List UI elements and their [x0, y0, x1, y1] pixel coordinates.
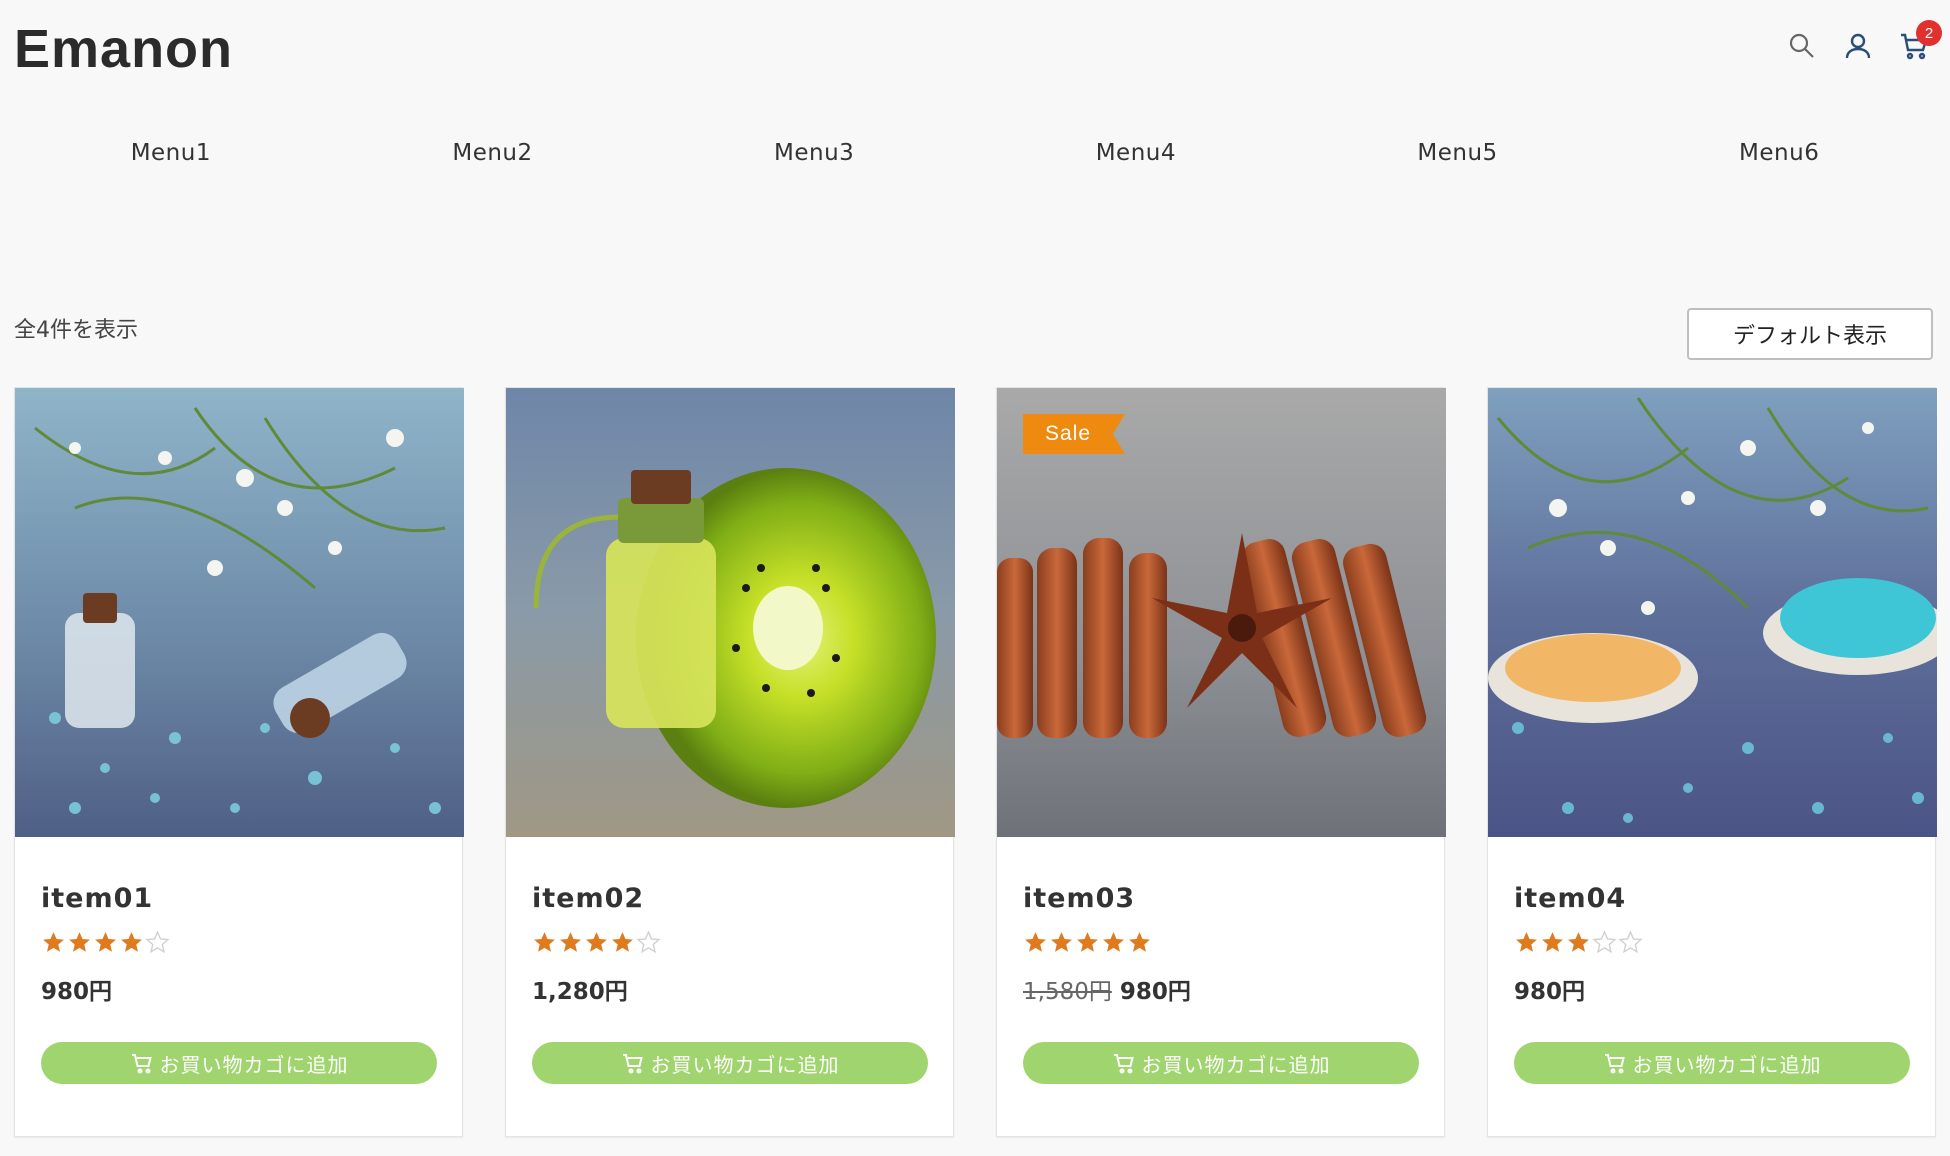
star-filled-icon [586, 932, 607, 952]
site-logo[interactable]: Emanon [14, 18, 233, 80]
star-filled-icon [1051, 932, 1072, 952]
product-card: item01 980円 お買い物カゴに追加 [14, 387, 464, 1137]
sale-badge: Sale [1023, 414, 1126, 454]
ordering-select[interactable]: デフォルト表示 [1687, 308, 1933, 360]
star-rating [1023, 930, 1418, 958]
price-current: 980円 [41, 979, 113, 1005]
star-rating [1514, 930, 1909, 958]
star-rating [41, 930, 436, 958]
star-filled-icon [1103, 932, 1124, 952]
star-empty-icon [636, 930, 661, 954]
nav-item-menu5[interactable]: Menu5 [1297, 140, 1619, 166]
cart-icon[interactable]: 2 [1898, 20, 1942, 62]
star-empty-icon [1592, 930, 1617, 954]
product-title[interactable]: item02 [532, 883, 927, 914]
user-icon[interactable] [1842, 30, 1874, 62]
star-filled-icon [1129, 932, 1150, 952]
star-filled-icon [1568, 932, 1589, 952]
cart-count-badge: 2 [1916, 20, 1942, 46]
nav-item-menu4[interactable]: Menu4 [975, 140, 1297, 166]
add-to-cart-label: お買い物カゴに追加 [1141, 1052, 1331, 1077]
star-filled-icon [43, 932, 64, 952]
price-current: 980円 [1514, 979, 1586, 1005]
add-to-cart-button[interactable]: お買い物カゴに追加 [1514, 1042, 1910, 1084]
product-grid: item01 980円 お買い物カゴに追加 item02 1,280円 お買い物… [14, 387, 1937, 1137]
star-filled-icon [612, 932, 633, 952]
star-filled-icon [95, 932, 116, 952]
product-price: 980円 [1514, 972, 1909, 1006]
result-count: 全4件を表示 [14, 318, 138, 343]
header-icons: 2 [1786, 20, 1942, 62]
add-to-cart-button[interactable]: お買い物カゴに追加 [41, 1042, 437, 1084]
product-title[interactable]: item04 [1514, 883, 1909, 914]
search-icon[interactable] [1786, 30, 1818, 62]
global-nav: Menu1 Menu2 Menu3 Menu4 Menu5 Menu6 [10, 140, 1940, 166]
cart-icon [1113, 1054, 1134, 1074]
star-filled-icon [1516, 932, 1537, 952]
price-old: 1,580円 [1023, 979, 1112, 1005]
star-empty-icon [145, 930, 170, 954]
nav-item-menu2[interactable]: Menu2 [332, 140, 654, 166]
star-filled-icon [69, 932, 90, 952]
add-to-cart-button[interactable]: お買い物カゴに追加 [532, 1042, 928, 1084]
product-price: 1,280円 [532, 972, 927, 1006]
nav-item-menu1[interactable]: Menu1 [10, 140, 332, 166]
star-filled-icon [121, 932, 142, 952]
nav-item-menu6[interactable]: Menu6 [1618, 140, 1940, 166]
product-card: item02 1,280円 お買い物カゴに追加 [505, 387, 955, 1137]
product-image-kiwi-oil[interactable] [506, 388, 955, 837]
price-current: 1,280円 [532, 979, 628, 1005]
star-empty-icon [1618, 930, 1643, 954]
nav-item-menu3[interactable]: Menu3 [653, 140, 975, 166]
star-filled-icon [560, 932, 581, 952]
product-image-bath-salts[interactable] [1488, 388, 1937, 837]
star-rating [532, 930, 927, 958]
star-filled-icon [1542, 932, 1563, 952]
product-price: 980円 [41, 972, 436, 1006]
price-current: 980円 [1119, 979, 1191, 1005]
product-image-oil-bottles[interactable] [15, 388, 464, 837]
add-to-cart-button[interactable]: お買い物カゴに追加 [1023, 1042, 1419, 1084]
add-to-cart-label: お買い物カゴに追加 [159, 1052, 349, 1077]
star-filled-icon [1025, 932, 1046, 952]
product-image-cinnamon-anise[interactable]: Sale [997, 388, 1446, 837]
add-to-cart-label: お買い物カゴに追加 [1632, 1052, 1822, 1077]
product-title[interactable]: item01 [41, 883, 436, 914]
product-title[interactable]: item03 [1023, 883, 1418, 914]
cart-icon [1604, 1054, 1625, 1074]
product-card: item04 980円 お買い物カゴに追加 [1487, 387, 1937, 1137]
star-filled-icon [534, 932, 555, 952]
product-price: 1,580円 980円 [1023, 972, 1418, 1006]
product-card: Sale item03 1,580円 980円 お買い物カゴに追加 [996, 387, 1446, 1137]
add-to-cart-label: お買い物カゴに追加 [650, 1052, 840, 1077]
cart-icon [131, 1054, 152, 1074]
cart-icon [622, 1054, 643, 1074]
star-filled-icon [1077, 932, 1098, 952]
